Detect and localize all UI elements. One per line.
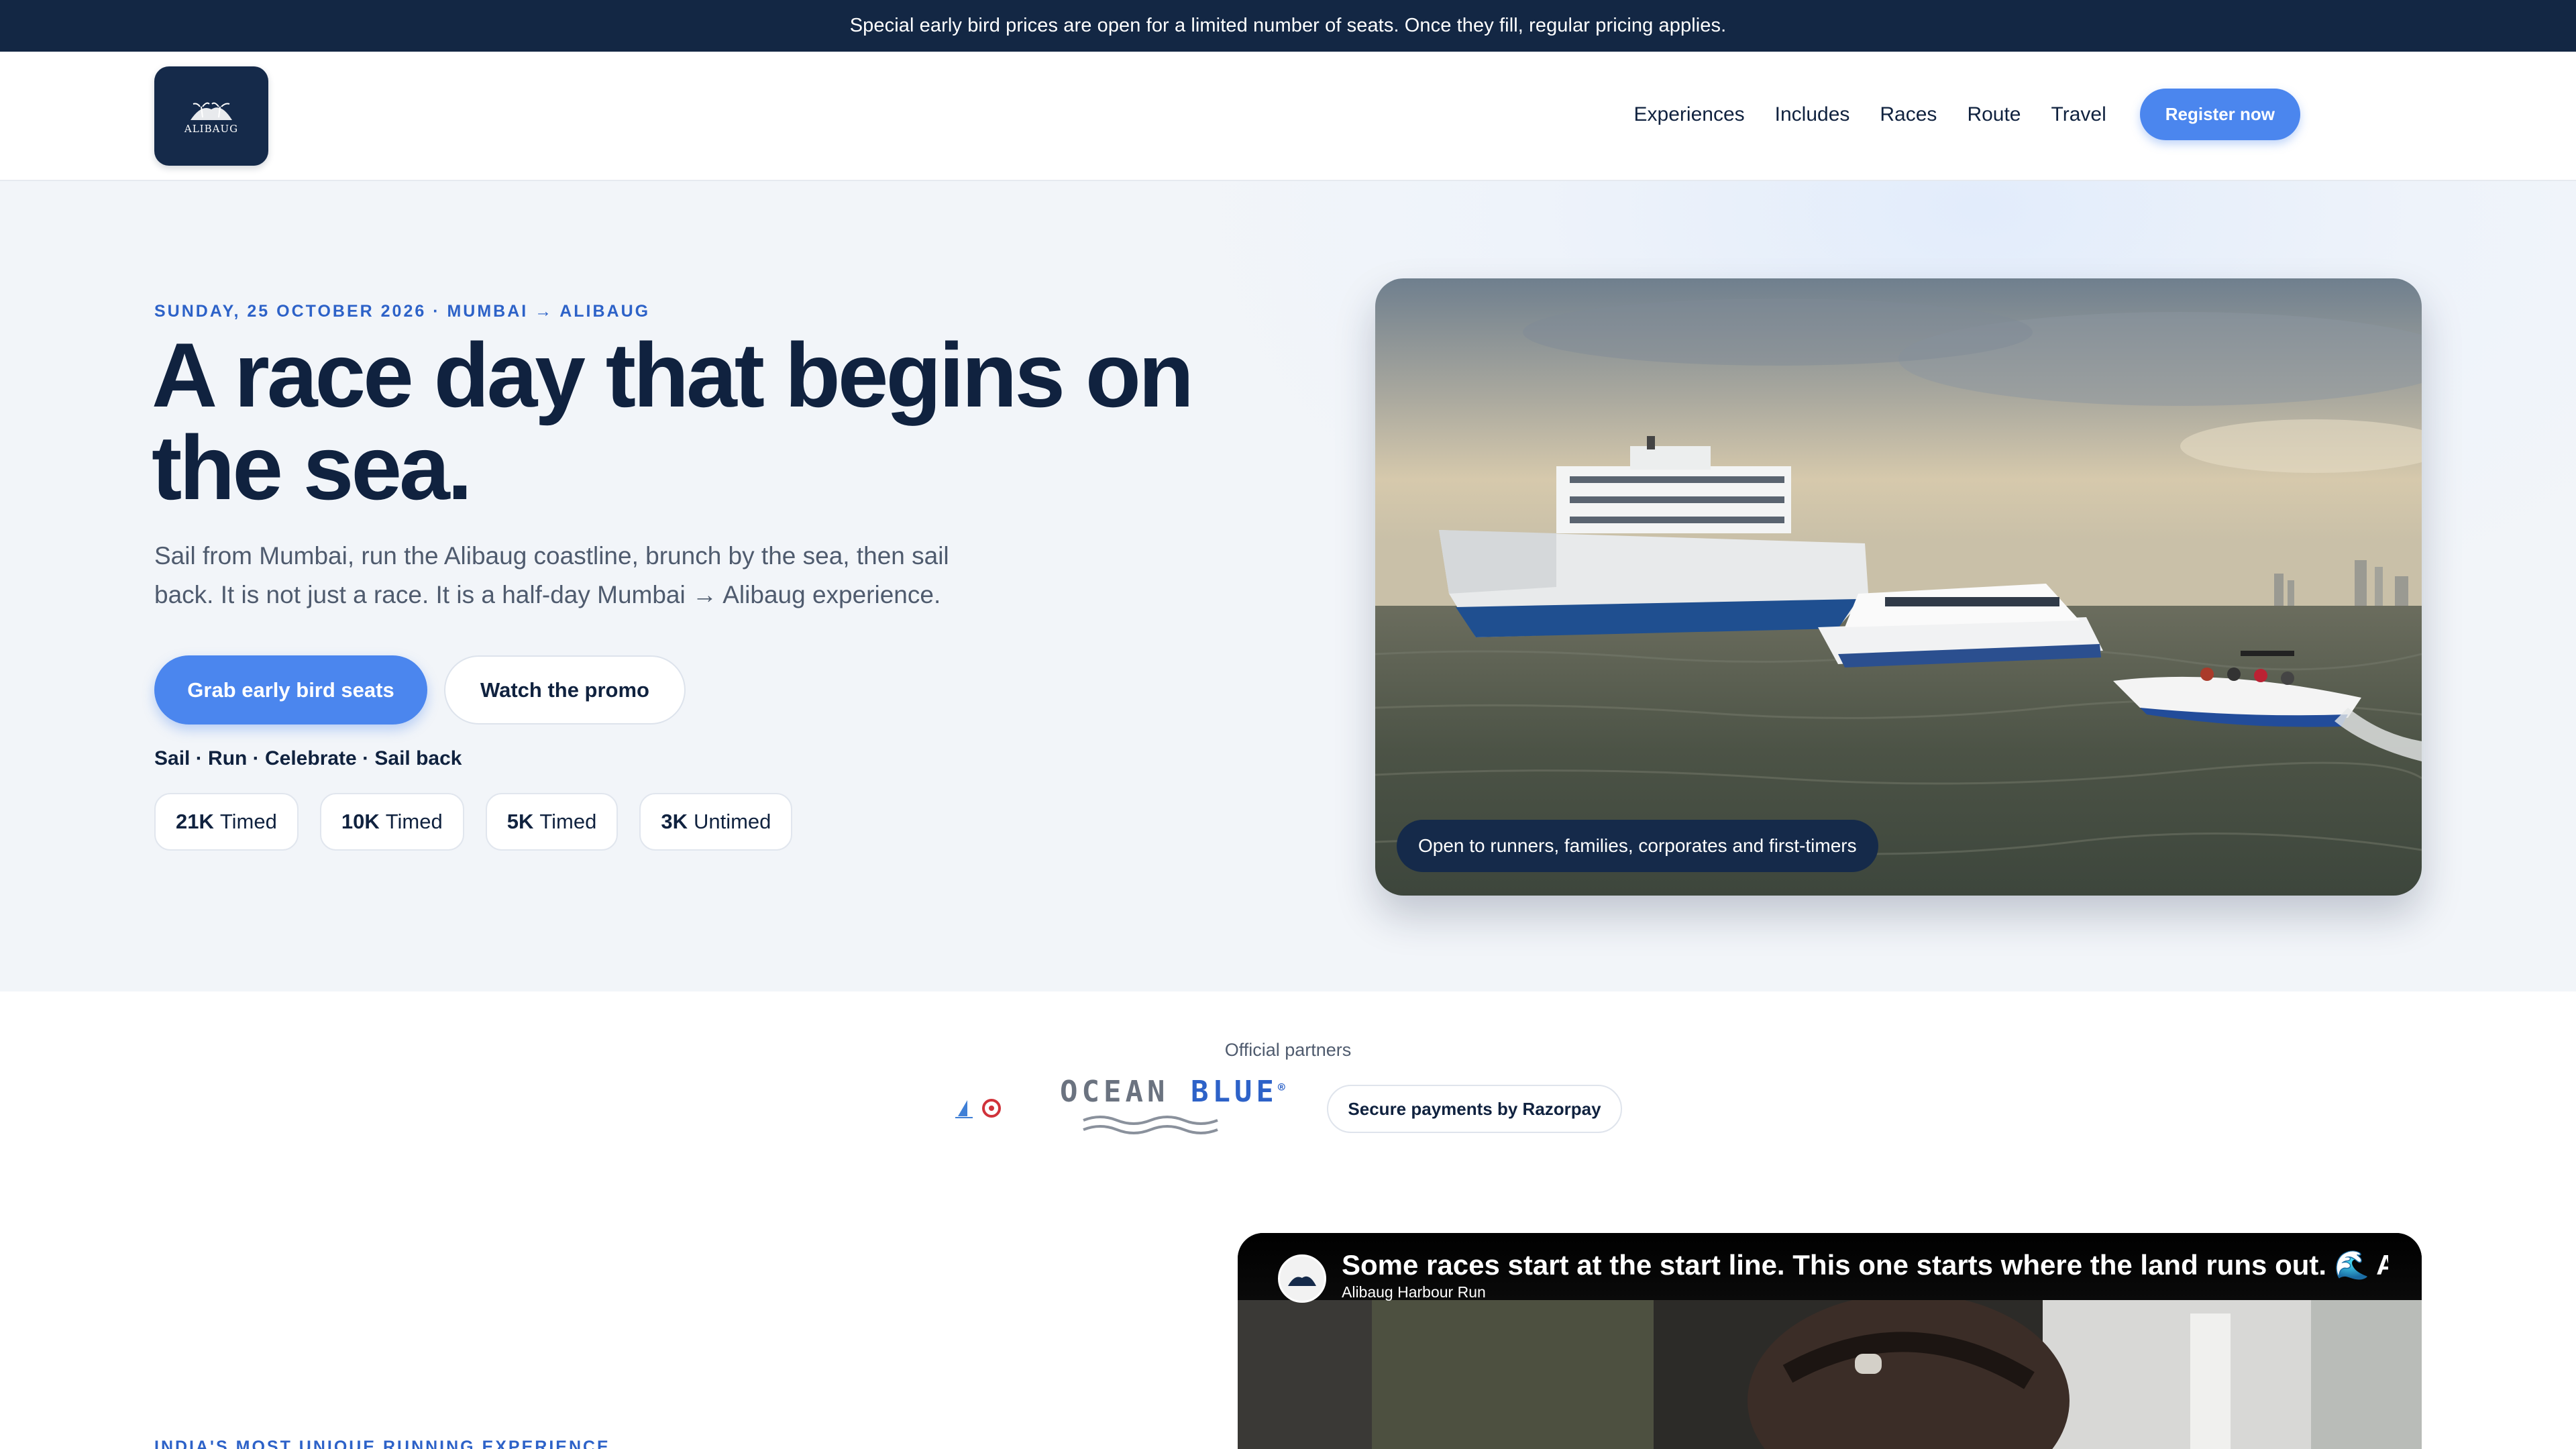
ferry-illustration	[1375, 278, 2422, 896]
ocean-word-part1: OCEAN	[1060, 1075, 1191, 1109]
partner-ocean-blue-logo[interactable]: OCEAN BLUE®	[1060, 1075, 1285, 1142]
hero-taglets: Sail · Run · Celebrate · Sail back	[154, 747, 462, 769]
hero-ferry-image: Open to runners, families, corporates an…	[1375, 278, 2422, 896]
palm-trees-icon	[191, 102, 232, 120]
nav-includes[interactable]: Includes	[1775, 103, 1850, 126]
section-eyebrow: INDIA'S MOST UNIQUE RUNNING EXPERIENCE	[154, 1438, 610, 1449]
hero-lead: Sail from Mumbai, run the Alibaug coastl…	[154, 542, 949, 608]
chip-distance: 3K	[661, 810, 688, 833]
nav-races[interactable]: Races	[1880, 103, 1937, 126]
secure-payments-badge: Secure payments by Razorpay	[1327, 1085, 1622, 1133]
nav-route[interactable]: Route	[1967, 103, 2021, 126]
chip-distance: 21K	[176, 810, 214, 833]
partners-label: Official partners	[1224, 1040, 1352, 1060]
race-chip-3k[interactable]: 3K Untimed	[639, 793, 793, 851]
ocean-word-mark: ®	[1277, 1080, 1289, 1095]
channel-logo-icon	[1288, 1276, 1316, 1286]
logo-wordmark: ALIBAUG	[184, 123, 239, 135]
main-nav: Experiences Includes Races Route Travel …	[1634, 89, 2330, 140]
race-chip-5k[interactable]: 5K Timed	[485, 793, 619, 851]
chip-type: Untimed	[693, 810, 771, 833]
nav-experiences[interactable]: Experiences	[1634, 103, 1745, 126]
race-chip-21k[interactable]: 21K Timed	[154, 793, 299, 851]
chip-distance: 5K	[506, 810, 534, 833]
ocean-word-part2: BLUE	[1190, 1075, 1278, 1109]
hero-eyebrow: SUNDAY, 25 OCTOBER 2026 · MUMBAI → ALIBA…	[154, 302, 651, 321]
channel-avatar[interactable]	[1278, 1254, 1326, 1303]
promo-video-embed[interactable]: Some races start at the start line. This…	[1238, 1233, 2422, 1449]
hero-section: SUNDAY, 25 OCTOBER 2026 · MUMBAI → ALIBA…	[0, 181, 2576, 991]
chip-type: Timed	[539, 810, 597, 833]
video-channel-name[interactable]: Alibaug Harbour Run	[1342, 1283, 1486, 1301]
race-chips: 21K Timed 10K Timed 5K Timed 3K Untimed	[154, 793, 814, 851]
hero-headline: A race day that begins on the sea.	[152, 324, 1194, 519]
ocean-blue-wordmark: OCEAN BLUE®	[1060, 1075, 1289, 1109]
race-chip-10k[interactable]: 10K Timed	[319, 793, 464, 851]
site-logo[interactable]: ALIBAUG	[154, 66, 268, 166]
chip-distance: 10K	[341, 810, 380, 833]
announcement-bar: Special early bird prices are open for a…	[0, 0, 2576, 52]
video-frame	[1238, 1300, 2422, 1449]
partner-sailing-logo-icon	[955, 1099, 1001, 1118]
watch-promo-button[interactable]: Watch the promo	[444, 655, 686, 724]
nav-travel[interactable]: Travel	[2051, 103, 2106, 126]
image-caption: Open to runners, families, corporates an…	[1397, 820, 1878, 872]
announcement-text: Special early bird prices are open for a…	[849, 15, 1727, 36]
site-header: ALIBAUG Experiences Includes Races Route…	[0, 52, 2576, 181]
video-title[interactable]: Some races start at the start line. This…	[1342, 1249, 2388, 1282]
waves-icon	[1083, 1116, 1218, 1134]
chip-type: Timed	[219, 810, 277, 833]
grab-early-bird-button[interactable]: Grab early bird seats	[154, 655, 427, 724]
chip-type: Timed	[385, 810, 443, 833]
register-now-button[interactable]: Register now	[2139, 89, 2300, 140]
